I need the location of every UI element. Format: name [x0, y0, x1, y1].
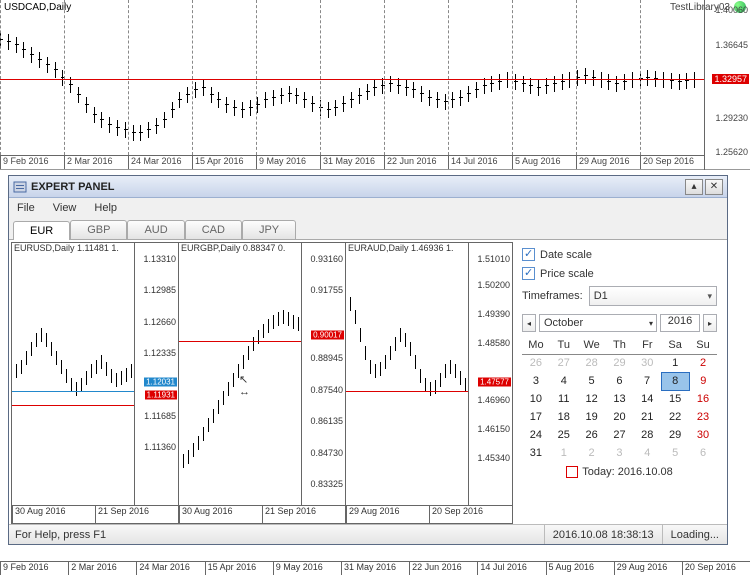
- calendar-day[interactable]: 29: [661, 426, 689, 444]
- calendar-day[interactable]: 27: [550, 354, 578, 372]
- calendar-day[interactable]: 19: [578, 408, 606, 426]
- calendar-day[interactable]: 2: [689, 354, 717, 372]
- calendar-day[interactable]: 5: [578, 372, 606, 390]
- calendar-day[interactable]: 31: [522, 444, 550, 462]
- date-scale-label: Date scale: [540, 249, 592, 261]
- calendar-day[interactable]: 21: [633, 408, 661, 426]
- calendar-day[interactable]: 1: [550, 444, 578, 462]
- tab-eur[interactable]: EUR: [13, 221, 70, 240]
- main-bottom-axis: 9 Feb 20162 Mar 201624 Mar 201615 Apr 20…: [0, 561, 750, 575]
- calendar-day[interactable]: 6: [689, 444, 717, 462]
- calendar-day[interactable]: 16: [689, 390, 717, 408]
- calendar-day[interactable]: 10: [522, 390, 550, 408]
- calendar-day[interactable]: 2: [578, 444, 606, 462]
- tab-gbp[interactable]: GBP: [70, 220, 127, 239]
- timeframe-dropdown[interactable]: D1: [589, 286, 717, 306]
- calendar-day[interactable]: 28: [578, 354, 606, 372]
- calendar-day[interactable]: 17: [522, 408, 550, 426]
- panel-titlebar[interactable]: EXPERT PANEL ▴ ✕: [9, 176, 727, 198]
- mini-chart-2[interactable]: EURAUD,Daily 1.46936 1.1.510101.502001.4…: [345, 242, 513, 524]
- main-y-axis: 1.40060 1.36645 1.32957 1.29230 1.25620: [704, 0, 750, 170]
- main-x-axis: 9 Feb 20162 Mar 201624 Mar 201615 Apr 20…: [0, 155, 704, 169]
- calendar-day[interactable]: 13: [606, 390, 634, 408]
- ask-price-tag: 1.11931: [145, 390, 177, 399]
- cal-prev-button[interactable]: ◂: [522, 314, 536, 332]
- tab-jpy[interactable]: JPY: [242, 220, 296, 239]
- calendar-day[interactable]: 22: [661, 408, 689, 426]
- menu-help[interactable]: Help: [94, 202, 117, 214]
- panel-icon: [13, 180, 27, 194]
- calendar-day[interactable]: 20: [606, 408, 634, 426]
- tab-cad[interactable]: CAD: [185, 220, 242, 239]
- calendar-day[interactable]: 3: [606, 444, 634, 462]
- calendar-day[interactable]: 30: [689, 426, 717, 444]
- year-input[interactable]: 2016: [660, 314, 700, 332]
- calendar-day[interactable]: 25: [550, 426, 578, 444]
- ask-price-tag: 1.47577: [478, 377, 511, 386]
- mini-chart-1[interactable]: EURGBP,Daily 0.88347 0.0.931600.917550.8…: [178, 242, 346, 524]
- calendar-day[interactable]: 27: [606, 426, 634, 444]
- menu-view[interactable]: View: [53, 202, 77, 214]
- calendar-day[interactable]: 4: [633, 444, 661, 462]
- ask-price-tag: 0.90017: [311, 330, 344, 339]
- close-button[interactable]: ✕: [705, 179, 723, 195]
- mini-chart-0[interactable]: EURUSD,Daily 1.11481 1.1.133101.129851.1…: [11, 242, 179, 524]
- calendar-day[interactable]: 29: [606, 354, 634, 372]
- status-bar: For Help, press F1 2016.10.08 18:38:13 L…: [9, 524, 727, 544]
- today-label[interactable]: Today: 2016.10.08: [582, 466, 673, 478]
- bid-price-tag: 1.12031: [144, 377, 177, 386]
- calendar-day[interactable]: 5: [661, 444, 689, 462]
- tab-aud[interactable]: AUD: [127, 220, 184, 239]
- calendar-day[interactable]: 18: [550, 408, 578, 426]
- calendar-day[interactable]: 14: [633, 390, 661, 408]
- calendar-day[interactable]: 11: [550, 390, 578, 408]
- calendar-day[interactable]: 3: [522, 372, 550, 390]
- timeframes-label: Timeframes:: [522, 290, 583, 302]
- calendar-day[interactable]: 28: [633, 426, 661, 444]
- panel-title-text: EXPERT PANEL: [31, 181, 683, 193]
- controls-panel: Date scale Price scale Timeframes: D1 ◂ …: [512, 240, 727, 526]
- calendar-day[interactable]: 9: [689, 372, 717, 390]
- calendar-day[interactable]: 26: [578, 426, 606, 444]
- calendar-day[interactable]: 6: [606, 372, 634, 390]
- status-loading: Loading...: [663, 525, 727, 544]
- calendar-day[interactable]: 8: [661, 372, 689, 390]
- price-scale-label: Price scale: [540, 268, 594, 280]
- price-scale-checkbox[interactable]: [522, 267, 535, 280]
- menu-file[interactable]: File: [17, 202, 35, 214]
- calendar-day[interactable]: 4: [550, 372, 578, 390]
- calendar-day[interactable]: 1: [661, 354, 689, 372]
- calendar-day[interactable]: 23: [689, 408, 717, 426]
- calendar-day[interactable]: 24: [522, 426, 550, 444]
- calendar-day[interactable]: 7: [633, 372, 661, 390]
- current-price-tag: 1.32957: [712, 74, 749, 84]
- calendar-day[interactable]: 15: [661, 390, 689, 408]
- month-dropdown[interactable]: October: [539, 314, 657, 332]
- cal-next-button[interactable]: ▸: [703, 314, 717, 332]
- main-chart[interactable]: USDCAD,Daily TestLibrary03 1.40060 1.366…: [0, 0, 750, 170]
- calendar-day[interactable]: 30: [633, 354, 661, 372]
- date-scale-checkbox[interactable]: [522, 248, 535, 261]
- status-help: For Help, press F1: [9, 525, 545, 544]
- currency-tabs: EURGBPAUDCADJPY: [9, 218, 727, 240]
- minimize-button[interactable]: ▴: [685, 179, 703, 195]
- panel-menubar: File View Help: [9, 198, 727, 218]
- calendar-day[interactable]: 26: [522, 354, 550, 372]
- expert-panel-window[interactable]: EXPERT PANEL ▴ ✕ File View Help EURGBPAU…: [8, 175, 728, 545]
- calendar-day[interactable]: 12: [578, 390, 606, 408]
- price-line: [0, 79, 704, 80]
- today-marker-icon: [566, 466, 578, 478]
- calendar[interactable]: MoTuWeThFrSaSu26272829301234567891011121…: [522, 336, 717, 462]
- status-time: 2016.10.08 18:38:13: [545, 525, 663, 544]
